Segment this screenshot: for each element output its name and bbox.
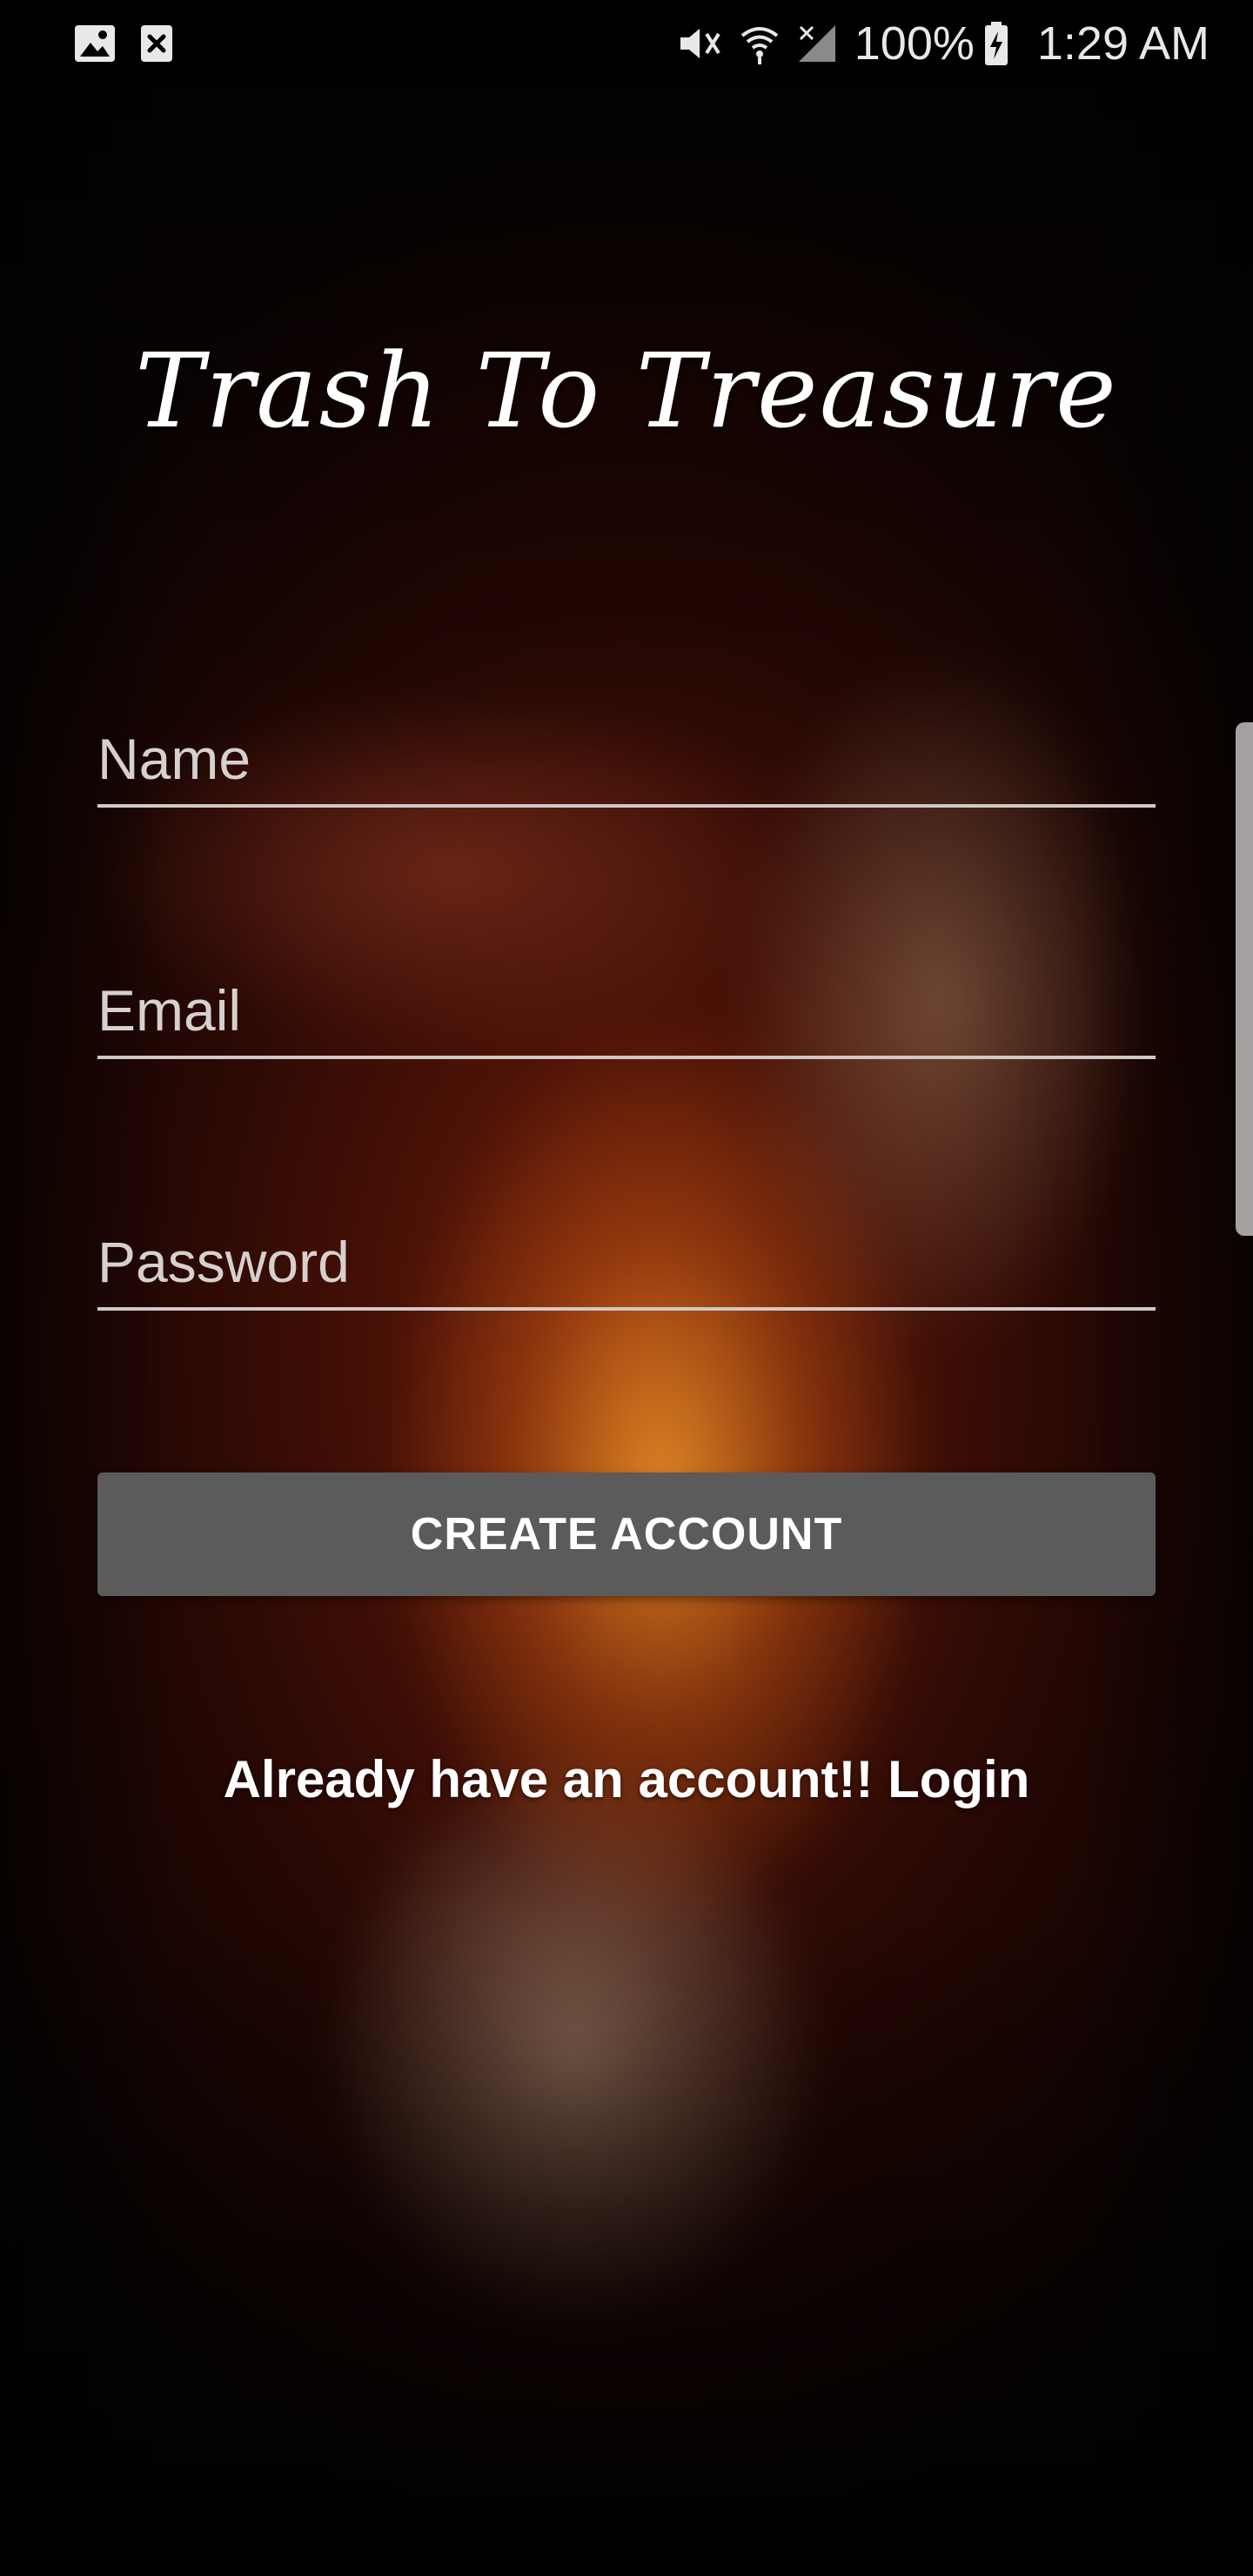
name-input[interactable] xyxy=(97,726,1156,792)
name-field[interactable] xyxy=(97,721,1156,808)
bottom-edge xyxy=(0,2515,1253,2576)
status-bar-left xyxy=(73,23,197,64)
scroll-handle[interactable] xyxy=(1236,722,1253,1236)
signup-screen: 100% 1:29 AM Trash To Treasure CREATE AC… xyxy=(0,0,1253,2576)
email-field[interactable] xyxy=(97,972,1156,1059)
image-icon xyxy=(73,23,117,64)
password-field[interactable] xyxy=(97,1224,1156,1311)
status-bar-right: 100% 1:29 AM xyxy=(675,17,1209,70)
create-account-button[interactable]: CREATE ACCOUNT xyxy=(97,1472,1156,1596)
battery-charging-icon xyxy=(983,21,1009,66)
app-title: Trash To Treasure xyxy=(135,331,1118,451)
email-input[interactable] xyxy=(97,977,1156,1043)
password-input[interactable] xyxy=(97,1229,1156,1295)
login-link[interactable]: Already have an account!! Login xyxy=(0,1749,1253,1809)
clock-time: 1:29 AM xyxy=(1036,17,1209,70)
signal-icon xyxy=(795,22,839,65)
mute-vibrate-icon xyxy=(675,22,724,65)
close-box-icon xyxy=(139,23,174,64)
battery-percentage: 100% xyxy=(854,17,975,70)
status-bar: 100% 1:29 AM xyxy=(0,0,1253,87)
wifi-icon xyxy=(740,22,780,65)
